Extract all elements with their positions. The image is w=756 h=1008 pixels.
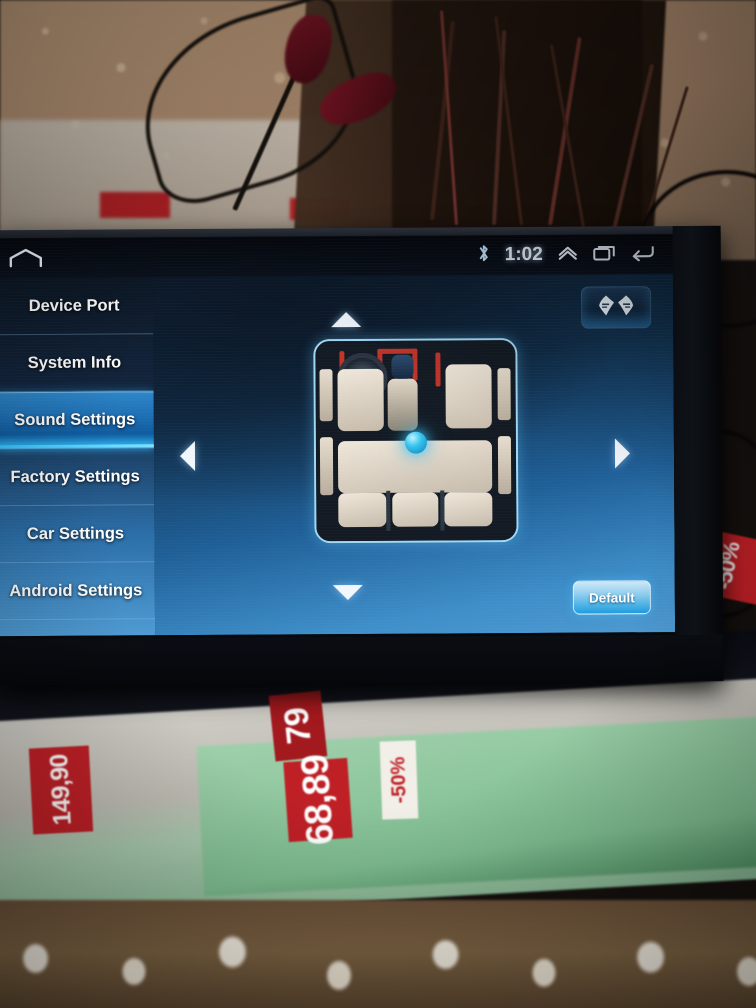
arrow-down-icon[interactable] (332, 584, 363, 601)
sidebar-item-label: Device Port (28, 295, 120, 315)
flyer-price-tag-2: 79 (268, 690, 328, 762)
recent-apps-icon[interactable] (593, 243, 617, 266)
head-unit-screen[interactable]: 1:02 Device Port System Info Sound Setti… (0, 234, 676, 637)
center-console (387, 378, 418, 431)
default-button[interactable]: Default (572, 580, 651, 615)
sidebar-item-label: System Info (27, 352, 122, 372)
center-display (391, 354, 414, 379)
seatbelt-rear-left (386, 490, 391, 531)
sound-position-marker[interactable] (404, 431, 427, 454)
door-panel-front-left (319, 369, 333, 422)
bluetooth-icon (477, 243, 491, 268)
sound-settings-panel: Default (152, 274, 676, 636)
flyer-price-tag-3: 68,89 (283, 754, 353, 846)
arrow-left-icon[interactable] (179, 441, 196, 472)
door-panel-rear-left (319, 437, 334, 496)
dash-trim (377, 348, 418, 354)
speaker-balance-icon (595, 294, 637, 321)
sidebar-item-system-info[interactable]: System Info (0, 334, 154, 393)
chevron-up-icon[interactable] (557, 243, 579, 266)
seat-rear-right-cushion (444, 492, 493, 527)
speaker-mode-button[interactable] (580, 286, 652, 329)
sidebar-item-label: Factory Settings (10, 466, 140, 486)
sidebar-item-label: Android Settings (9, 580, 143, 600)
car-head-unit-device: 1:02 Device Port System Info Sound Setti… (0, 225, 724, 686)
seat-front-right (445, 364, 492, 429)
lace-tablecloth (0, 900, 756, 1008)
android-status-bar: 1:02 (0, 234, 673, 279)
door-panel-rear-right (497, 436, 512, 495)
back-arrow-icon[interactable] (631, 243, 655, 266)
sidebar-item-android-settings[interactable]: Android Settings (0, 562, 155, 621)
background-red-print (100, 192, 170, 218)
settings-body: Device Port System Info Sound Settings F… (0, 274, 676, 637)
status-bar-clock: 1:02 (504, 243, 543, 266)
sidebar-item-sound-settings[interactable]: Sound Settings (0, 391, 154, 450)
seat-rear-center-cushion (392, 492, 439, 527)
settings-sidebar: Device Port System Info Sound Settings F… (0, 277, 156, 637)
seatbelt-right (435, 352, 441, 387)
flyer-discount-tag: -50% (379, 740, 419, 820)
door-panel-front-right (497, 368, 511, 421)
device-bezel-right (672, 225, 724, 682)
status-bar-right-group: 1:02 (477, 242, 673, 268)
sidebar-item-car-settings[interactable]: Car Settings (0, 505, 155, 564)
sidebar-item-label: Sound Settings (14, 409, 136, 429)
home-icon[interactable] (9, 248, 43, 268)
car-cabin-top-view[interactable] (313, 338, 519, 544)
flyer-price-tag-1: 149,90 (28, 745, 94, 835)
seat-front-left (337, 368, 384, 432)
device-bezel-bottom (0, 634, 724, 686)
sidebar-item-device-port[interactable]: Device Port (0, 277, 154, 336)
arrow-right-icon[interactable] (614, 438, 631, 469)
arrow-up-icon[interactable] (331, 311, 362, 328)
sidebar-item-factory-settings[interactable]: Factory Settings (0, 448, 155, 507)
seat-rear-left-cushion (338, 492, 387, 528)
seatbelt-rear-right (440, 490, 445, 531)
sidebar-item-label: Car Settings (26, 523, 125, 543)
